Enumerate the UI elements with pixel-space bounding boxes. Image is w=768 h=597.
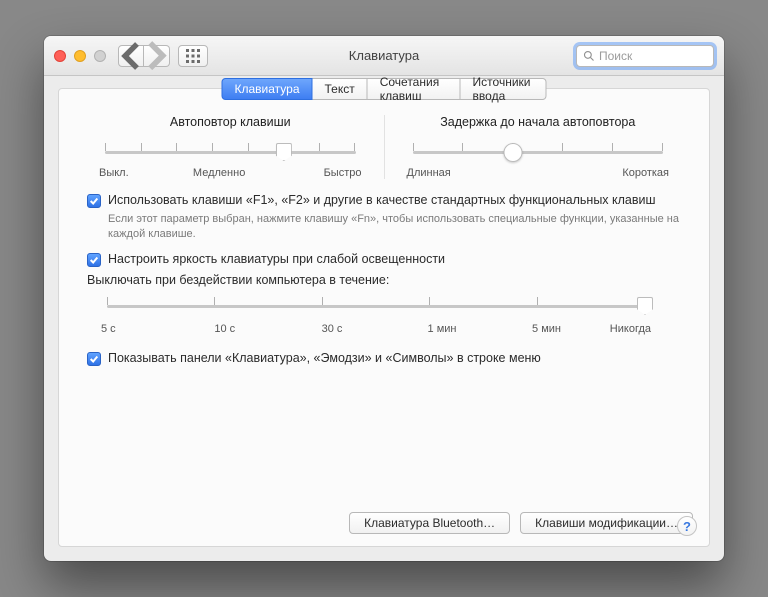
key-repeat-group: Автоповтор клавиши Выкл. Медленно Быстро [87, 115, 385, 179]
delay-group: Задержка до начала автоповтора Длинная К… [395, 115, 682, 179]
preferences-window: Клавиатура Поиск Клавиатура Текст Сочета… [44, 36, 724, 561]
minimize-icon[interactable] [74, 50, 86, 62]
menubar-viewer-checkbox[interactable] [87, 352, 101, 366]
window-controls [54, 50, 106, 62]
menubar-viewer-row: Показывать панели «Клавиатура», «Эмодзи»… [87, 351, 681, 366]
content: Автоповтор клавиши Выкл. Медленно Быстро… [59, 89, 709, 512]
panel: Клавиатура Текст Сочетания клавиш Источн… [58, 88, 710, 547]
nav-buttons [118, 45, 170, 67]
menubar-viewer-label: Показывать панели «Клавиатура», «Эмодзи»… [108, 351, 541, 365]
tab-text[interactable]: Текст [313, 78, 368, 100]
zoom-icon [94, 50, 106, 62]
inactivity-ticks: 5 с 10 с 30 с 1 мин 5 мин Никогда [101, 323, 651, 335]
brightness-label: Настроить яркость клавиатуры при слабой … [108, 252, 445, 266]
bluetooth-keyboard-button[interactable]: Клавиатура Bluetooth… [349, 512, 510, 534]
inactivity-label: Выключать при бездействии компьютера в т… [87, 273, 681, 287]
help-button[interactable]: ? [677, 516, 697, 536]
search-input[interactable]: Поиск [576, 45, 714, 67]
close-icon[interactable] [54, 50, 66, 62]
delay-short-label: Короткая [622, 167, 669, 179]
footer: Клавиатура Bluetooth… Клавиши модификаци… [59, 512, 709, 534]
key-repeat-slider[interactable] [105, 139, 356, 165]
inactivity-slider-wrap: 5 с 10 с 30 с 1 мин 5 мин Никогда [101, 293, 651, 335]
modifier-keys-button[interactable]: Клавиши модификации… [520, 512, 693, 534]
tab-shortcuts[interactable]: Сочетания клавиш [368, 78, 461, 100]
fn-keys-checkbox[interactable] [87, 194, 101, 208]
fn-keys-row: Использовать клавиши «F1», «F2» и другие… [87, 193, 681, 208]
tab-keyboard[interactable]: Клавиатура [222, 78, 313, 100]
back-button[interactable] [118, 45, 144, 67]
fn-keys-hint: Если этот параметр выбран, нажмите клави… [108, 212, 681, 242]
delay-title: Задержка до начала автоповтора [395, 115, 682, 129]
search-placeholder: Поиск [599, 49, 632, 63]
key-repeat-slow-label: Медленно [193, 167, 245, 179]
tab-input-sources[interactable]: Источники ввода [461, 78, 547, 100]
brightness-checkbox[interactable] [87, 253, 101, 267]
key-repeat-title: Автоповтор клавиши [87, 115, 374, 129]
tab-bar: Клавиатура Текст Сочетания клавиш Источн… [222, 78, 547, 100]
delay-slider[interactable] [413, 139, 664, 165]
titlebar: Клавиатура Поиск [44, 36, 724, 76]
key-repeat-fast-label: Быстро [324, 167, 362, 179]
inactivity-slider[interactable] [107, 293, 645, 319]
fn-keys-label: Использовать клавиши «F1», «F2» и другие… [108, 193, 656, 207]
key-repeat-off-label: Выкл. [99, 167, 129, 179]
show-all-button[interactable] [178, 45, 208, 67]
delay-long-label: Длинная [407, 167, 451, 179]
forward-button [144, 45, 170, 67]
brightness-row: Настроить яркость клавиатуры при слабой … [87, 252, 681, 267]
